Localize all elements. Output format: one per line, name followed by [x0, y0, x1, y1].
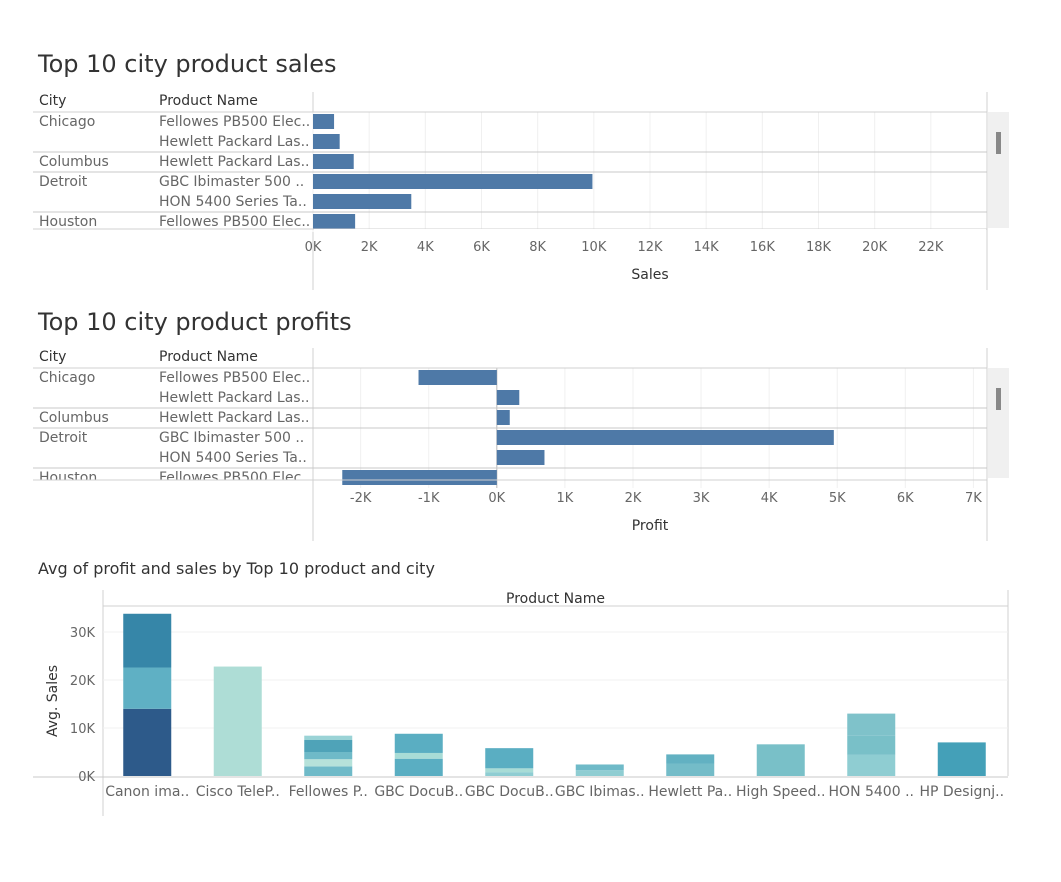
sales-tick-label: 12K [637, 240, 663, 255]
avg-category-label: High Speed.. [736, 784, 825, 800]
avg-bar-segment [575, 764, 624, 771]
profit-bar-chart: -2K -1K 0K 1K 2K 3K 4K 5K 6K 7K Profit [33, 348, 988, 541]
avg-category-label: HP Designj.. [919, 784, 1004, 800]
avg-bar-segment [485, 768, 534, 773]
sales-tick-label: 10K [581, 240, 607, 255]
profit-tick-label: -2K [350, 491, 372, 506]
avg-bar-segment [485, 772, 534, 776]
profit-scrollbar-thumb[interactable] [996, 388, 1001, 410]
avg-bar-segment [847, 735, 896, 755]
profit-tick-label: 1K [557, 491, 574, 506]
avg-tick-label: 0K [78, 770, 95, 785]
sales-tick-label: 18K [806, 240, 832, 255]
profit-axis-title: Profit [632, 518, 669, 534]
avg-category-label: GBC DocuB.. [465, 784, 554, 800]
avg-chart-title: Avg of profit and sales by Top 10 produc… [38, 559, 435, 578]
profit-bar [496, 410, 510, 425]
avg-bar-segment [123, 708, 172, 776]
avg-tick-label: 10K [70, 722, 96, 737]
avg-category-label: Hewlett Pa.. [648, 784, 732, 800]
avg-bar-segment [304, 735, 353, 740]
sales-tick-label: 14K [694, 240, 720, 255]
avg-category-label: Canon ima.. [105, 784, 189, 800]
sales-bar [313, 114, 335, 129]
profit-bar [496, 390, 520, 405]
avg-bar-segment [847, 713, 896, 736]
sales-bar [313, 134, 340, 149]
profit-scrollbar[interactable] [988, 368, 1009, 478]
avg-bar-segment [304, 759, 353, 767]
sales-tick-label: 6K [473, 240, 490, 255]
sales-tick-label: 22K [918, 240, 944, 255]
sales-bar [313, 214, 356, 229]
avg-tick-label: 20K [70, 674, 96, 689]
profit-tick-label: 6K [897, 491, 914, 506]
sales-scrollbar-thumb[interactable] [996, 132, 1001, 154]
profit-tick-label: -1K [418, 491, 440, 506]
sales-bar [313, 154, 354, 169]
avg-bar-segment [304, 740, 353, 752]
profit-tick-label: 0K [488, 491, 505, 506]
avg-bar-segment [394, 758, 443, 776]
profit-bar [342, 470, 497, 485]
sales-clip-mask [314, 229, 986, 232]
sales-bar-chart: 0K 2K 4K 6K 8K 10K 12K 14K 16K 18K 20K 22K Sales [33, 92, 988, 290]
avg-tick-label: 30K [70, 626, 96, 641]
avg-bar-segment [123, 667, 172, 709]
sales-tick-label: 8K [529, 240, 546, 255]
profit-tick-label: 2K [625, 491, 642, 506]
avg-bar-segment [213, 666, 262, 776]
profit-bar [496, 430, 834, 445]
sales-bar [313, 194, 412, 209]
sales-tick-label: 0K [305, 240, 322, 255]
avg-stacked-bar-chart: Product Name 0K 10K 20K 30K Avg. Sales Canon i… [33, 590, 1009, 816]
avg-bar-segment [575, 770, 624, 776]
avg-bar-segment [394, 733, 443, 753]
sales-tick-label: 16K [750, 240, 776, 255]
profit-bar [418, 370, 497, 385]
sales-tick-label: 2K [361, 240, 378, 255]
profit-tick-label: 7K [965, 491, 982, 506]
avg-category-label: Fellowes P.. [289, 784, 368, 800]
profit-tick-label: 5K [829, 491, 846, 506]
avg-bar-segment [485, 748, 534, 769]
avg-category-label: GBC DocuB.. [374, 784, 463, 800]
profit-bar [496, 450, 545, 465]
profit-tick-label: 3K [693, 491, 710, 506]
avg-bar-segment [937, 742, 986, 776]
profit-tick-label: 4K [761, 491, 778, 506]
sales-bar [313, 174, 593, 189]
avg-category-label: HON 5400 .. [829, 784, 914, 800]
sales-scrollbar[interactable] [988, 112, 1009, 228]
avg-bar-segment [304, 766, 353, 776]
avg-bar-segment [666, 763, 715, 776]
avg-category-label: Cisco TeleP.. [196, 784, 280, 800]
sales-axis-title: Sales [631, 267, 668, 283]
avg-bar-segment [123, 613, 172, 668]
avg-bar-segment [756, 744, 805, 776]
sales-tick-label: 20K [862, 240, 888, 255]
avg-bar-segment [394, 752, 443, 759]
avg-y-axis-title: Avg. Sales [45, 665, 61, 737]
sales-tick-label: 4K [417, 240, 434, 255]
avg-column-header: Product Name [506, 591, 605, 607]
avg-bar-segment [847, 754, 896, 776]
avg-category-label: GBC Ibimas.. [555, 784, 645, 800]
avg-bar-segment [666, 754, 715, 764]
avg-bar-segment [304, 752, 353, 760]
